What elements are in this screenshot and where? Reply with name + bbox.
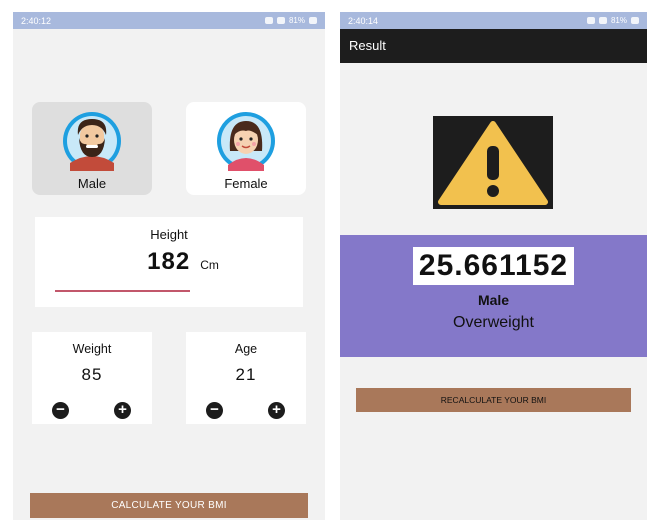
gender-card-male[interactable]: Male bbox=[32, 102, 152, 195]
height-card: Height 182 Cm bbox=[35, 217, 303, 307]
alarm-icon bbox=[264, 17, 273, 24]
height-title: Height bbox=[150, 227, 188, 242]
age-increment-button[interactable]: + bbox=[268, 402, 285, 419]
height-slider[interactable] bbox=[55, 290, 190, 292]
warning-icon bbox=[438, 121, 548, 205]
age-value: 21 bbox=[235, 365, 257, 384]
recalculate-bmi-button[interactable]: RECALCULATE YOUR BMI bbox=[356, 388, 631, 412]
status-icons: 81% bbox=[586, 16, 639, 25]
status-time: 2:40:14 bbox=[348, 15, 379, 26]
weight-decrement-button[interactable]: − bbox=[52, 402, 69, 419]
age-card: Age 21 − + bbox=[186, 332, 306, 424]
battery-icon bbox=[309, 17, 317, 24]
battery-icon bbox=[631, 17, 639, 24]
calculate-bmi-button[interactable]: CALCULATE YOUR BMI bbox=[30, 493, 308, 518]
result-status: Overweight bbox=[453, 314, 534, 331]
gender-card-female[interactable]: Female bbox=[186, 102, 306, 195]
status-bar: 2:40:14 81% bbox=[340, 12, 647, 29]
male-avatar-icon bbox=[63, 112, 121, 171]
battery-level: 81% bbox=[610, 16, 627, 25]
result-gender: Male bbox=[477, 292, 510, 308]
age-title: Age bbox=[234, 342, 258, 356]
age-decrement-button[interactable]: − bbox=[206, 402, 223, 419]
weight-card: Weight 85 − + bbox=[32, 332, 152, 424]
status-time: 2:40:12 bbox=[21, 15, 52, 26]
bmi-result-screen: 2:40:14 81% Result 25.661152 Male Overwe… bbox=[340, 12, 647, 520]
gender-label-male: Male bbox=[77, 176, 107, 191]
height-value: 182 bbox=[147, 248, 191, 275]
battery-level: 81% bbox=[288, 16, 305, 25]
plus-icon: + bbox=[118, 401, 127, 418]
app-bar-title: Result bbox=[340, 29, 647, 63]
bmi-value: 25.661152 bbox=[412, 247, 575, 285]
status-bar: 2:40:12 81% bbox=[13, 12, 325, 29]
weight-increment-button[interactable]: + bbox=[114, 402, 131, 419]
height-readout: 182 Cm bbox=[35, 248, 303, 276]
weight-title: Weight bbox=[72, 342, 112, 356]
signal-icon bbox=[276, 17, 285, 24]
result-panel: 25.661152 Male Overweight bbox=[340, 235, 647, 357]
bmi-input-screen: 2:40:12 81% Male Female Height 182 Cm We… bbox=[13, 12, 325, 520]
gender-label-female: Female bbox=[224, 176, 268, 191]
plus-icon: + bbox=[272, 401, 281, 418]
height-unit: Cm bbox=[200, 258, 219, 272]
minus-icon: − bbox=[210, 401, 219, 418]
warning-image bbox=[433, 116, 553, 209]
status-icons: 81% bbox=[264, 16, 317, 25]
signal-icon bbox=[598, 17, 607, 24]
weight-value: 85 bbox=[81, 365, 103, 384]
alarm-icon bbox=[586, 17, 595, 24]
minus-icon: − bbox=[56, 401, 65, 418]
female-avatar-icon bbox=[217, 112, 275, 171]
